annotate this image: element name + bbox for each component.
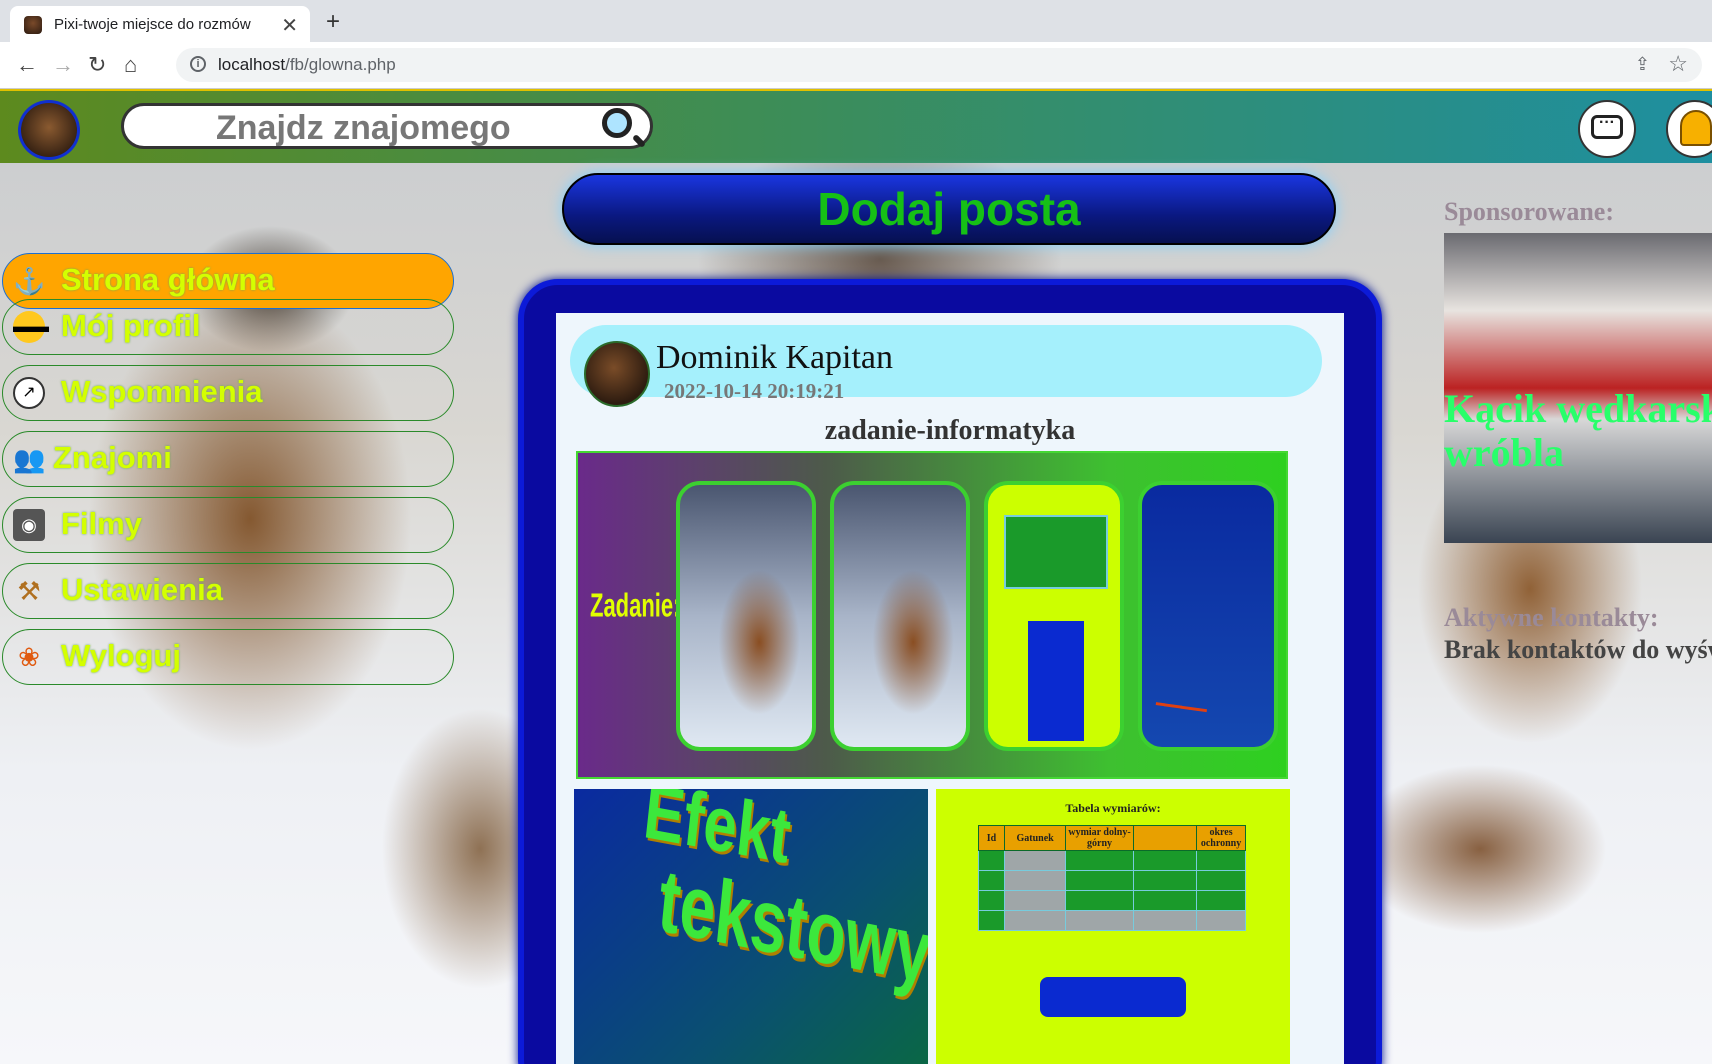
sidebar-item-label: Ustawienia (61, 572, 223, 607)
url-text: localhost/fb/glowna.php (218, 55, 396, 75)
mini-table-graphic (1004, 515, 1108, 589)
post-date: 2022-10-14 20:19:21 (664, 379, 845, 403)
image-card-dog (830, 481, 970, 751)
mini-link-graphic: ━━━━━━ (1155, 695, 1208, 719)
sponsored-ad[interactable]: Kącik wędkarski wróbla (1444, 233, 1712, 543)
forward-icon[interactable]: → (52, 52, 74, 78)
clock-icon: ↗ (13, 377, 45, 409)
url-host: localhost (218, 55, 286, 74)
sidebar-item-label: Filmy (61, 506, 142, 541)
bookmark-star-icon[interactable]: ☆ (1668, 51, 1688, 77)
new-tab-icon[interactable]: + (326, 8, 340, 36)
sidebar-item-friends[interactable]: 👥 Znajomi (2, 431, 454, 487)
browser-tab[interactable]: Pixi-twoje miejsce do rozmów ✕ (10, 6, 310, 42)
active-contacts-label: Aktywne kontakty: (1444, 603, 1659, 632)
anchor-icon: ⚓ (13, 266, 46, 296)
sidebar-item-profile[interactable]: ▬▬ Mój profil (2, 299, 454, 355)
image-card-dog (676, 481, 816, 751)
reload-icon[interactable]: ↻ (88, 52, 106, 78)
browser-tabbar: Pixi-twoje miejsce do rozmów ✕ + (0, 0, 1712, 42)
share-icon[interactable]: ⇪ (1635, 54, 1650, 75)
favicon-icon (24, 16, 42, 34)
page: Znajdz znajomego ··· ⚓ Strona główna ▬▬ … (0, 89, 1712, 1064)
browser-toolbar: ← → ↻ ⌂ i localhost/fb/glowna.php ⇪ ☆ (0, 42, 1712, 89)
url-path: /fb/glowna.php (285, 55, 396, 74)
address-bar[interactable]: i localhost/fb/glowna.php ⇪ ☆ (176, 48, 1702, 82)
search-icon[interactable] (602, 108, 632, 138)
friends-icon: 👥 (13, 444, 46, 474)
table-row (978, 890, 1246, 911)
table-caption: Tabela wymiarów: (1065, 801, 1161, 815)
close-tab-icon[interactable]: ✕ (281, 13, 298, 38)
dimensions-table: Id Gatunek wymiar dolny-górny okres ochr… (978, 825, 1246, 931)
ad-title-line2: wróbla (1444, 430, 1564, 475)
sidebar-item-label: Strona główna (61, 262, 275, 297)
col-header (1132, 825, 1198, 851)
contacts-empty-text: Brak kontaktów do wyświetlenia (1444, 635, 1712, 664)
notifications-button[interactable] (1666, 100, 1712, 158)
table-header-row: Id Gatunek wymiar dolny-górny okres ochr… (978, 825, 1246, 851)
sidebar-item-label: Wyloguj (61, 638, 181, 673)
col-header: Id (978, 825, 1005, 851)
effect-text-2: tekstowy (654, 849, 928, 1003)
col-header: Gatunek (1003, 825, 1067, 851)
sponsored-label: Sponsorowane: (1444, 197, 1615, 226)
form-graphic (1040, 977, 1186, 1017)
sidebar-item-label: Mój profil (61, 308, 201, 343)
search-placeholder: Znajdz znajomego (216, 109, 511, 147)
camera-icon: ◉ (13, 509, 45, 541)
post-author[interactable]: Dominik Kapitan (656, 339, 893, 377)
sidebar-item-logout[interactable]: ❀ Wyloguj (2, 629, 454, 685)
tab-title: Pixi-twoje miejsce do rozmów (54, 16, 251, 33)
post-image-text-effect[interactable]: Efekt tekstowy (574, 789, 928, 1064)
col-header: wymiar dolny-górny (1065, 825, 1134, 851)
search-box[interactable]: Znajdz znajomego (121, 103, 653, 149)
sunglasses-icon: ▬▬ (13, 311, 49, 343)
add-post-label: Dodaj posta (817, 183, 1081, 235)
sidebar-item-videos[interactable]: ◉ Filmy (2, 497, 454, 553)
paw-icon: ❀ (18, 642, 40, 672)
ad-title-line1: Kącik wędkarski (1444, 386, 1712, 431)
hammer-icon: ⚒ (17, 576, 41, 606)
table-row (978, 870, 1246, 891)
top-navbar: Znajdz znajomego ··· (0, 89, 1712, 163)
image-card-table (984, 481, 1124, 751)
bell-icon (1680, 110, 1712, 146)
home-icon[interactable]: ⌂ (124, 52, 137, 78)
table-row (978, 910, 1246, 931)
sidebar-item-label: Znajomi (53, 440, 172, 475)
sidebar-item-memories[interactable]: ↗ Wspomnienia (2, 365, 454, 421)
post-title: zadanie-informatyka (824, 415, 1076, 446)
back-icon[interactable]: ← (16, 52, 38, 78)
logo-avatar[interactable] (18, 100, 80, 160)
post-card: Dominik Kapitan 2022-10-14 20:19:21 zada… (556, 313, 1344, 1064)
sidebar-item-label: Wspomnienia (61, 374, 263, 409)
table-row (978, 850, 1246, 871)
site-info-icon[interactable]: i (190, 56, 206, 72)
image-caption: Zadanie: (590, 586, 681, 625)
messages-button[interactable]: ··· (1578, 100, 1636, 158)
author-avatar[interactable] (584, 341, 650, 407)
add-post-button[interactable]: Dodaj posta (562, 173, 1336, 245)
mini-form-graphic (1028, 621, 1084, 741)
ad-title: Kącik wędkarski wróbla (1444, 387, 1712, 475)
post-header: Dominik Kapitan 2022-10-14 20:19:21 (570, 325, 1322, 407)
chat-icon: ··· (1591, 115, 1623, 139)
post-image[interactable]: Zadanie: ━━━━━━ (576, 451, 1288, 779)
sidebar-item-settings[interactable]: ⚒ Ustawienia (2, 563, 454, 619)
post-image-table[interactable]: Tabela wymiarów: Id Gatunek wymiar dolny… (936, 789, 1290, 1064)
col-header: okres ochronny (1196, 825, 1246, 851)
image-card-text-effect: ━━━━━━ (1138, 481, 1278, 751)
